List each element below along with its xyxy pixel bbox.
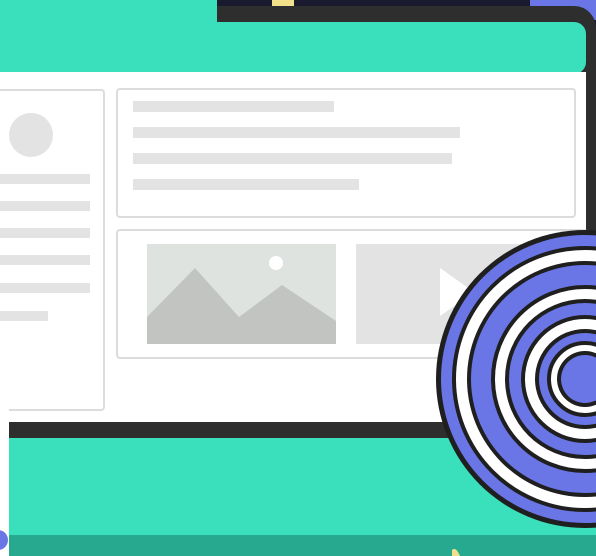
sidebar-line — [0, 283, 90, 293]
sidebar-line — [0, 311, 48, 321]
top-yellow-accent — [272, 0, 294, 6]
text-line — [133, 127, 460, 138]
avatar-placeholder-icon — [9, 113, 53, 157]
sidebar-line — [0, 255, 90, 265]
sidebar-line — [0, 228, 90, 238]
text-line — [133, 179, 359, 190]
keyboard-band-shadow — [8, 535, 596, 556]
left-sheet — [0, 322, 9, 556]
illustration — [0, 0, 596, 556]
sidebar-line — [0, 201, 90, 211]
text-line — [133, 101, 334, 112]
image-placeholder-icon — [147, 244, 336, 344]
text-line — [133, 153, 452, 164]
sidebar-line — [0, 174, 90, 184]
